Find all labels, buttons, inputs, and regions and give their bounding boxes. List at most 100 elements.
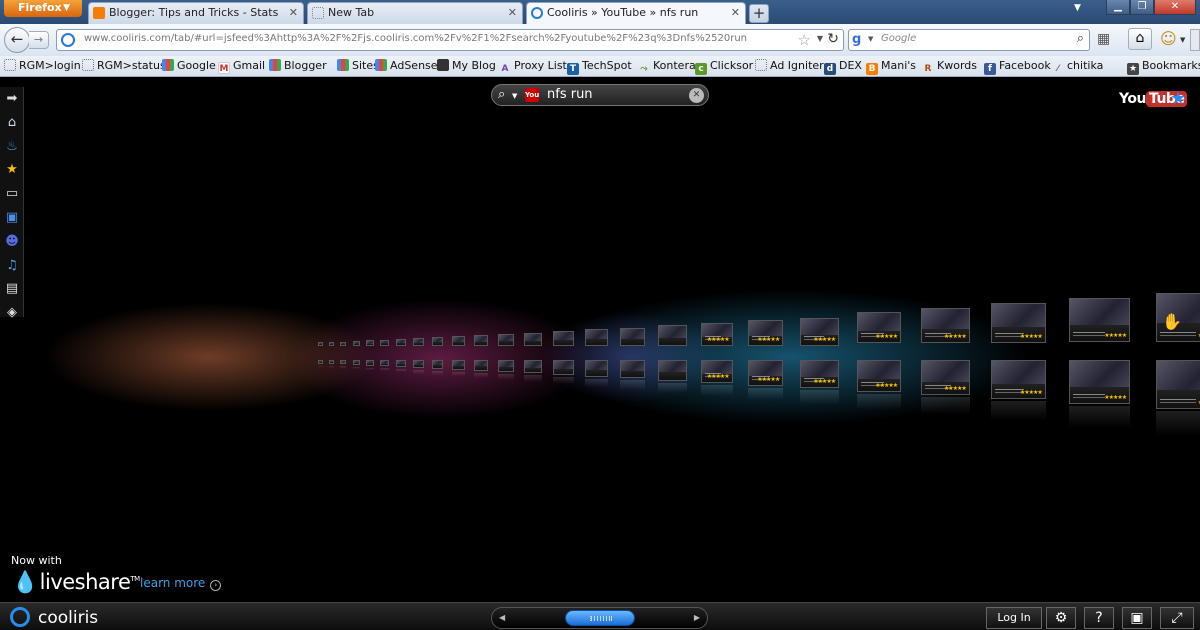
video-thumbnail[interactable] — [352, 360, 360, 365]
video-thumbnail[interactable]: ★★★★★ — [747, 360, 784, 386]
firefox-menu-button[interactable]: Firefox ▼ — [4, 0, 82, 17]
video-thumbnail[interactable] — [380, 339, 390, 346]
video-thumbnail[interactable] — [340, 360, 347, 365]
engine-dropdown-icon[interactable]: ▼ — [868, 35, 873, 43]
home-button[interactable]: ⌂ — [1128, 28, 1152, 50]
bookmark-gmail[interactable]: M Gmail — [218, 59, 265, 74]
bookmark-dex[interactable]: d DEX — [824, 59, 862, 75]
video-thumbnail[interactable] — [328, 360, 335, 364]
video-thumbnail[interactable]: ★★★★★ — [1068, 298, 1131, 343]
video-thumbnail[interactable] — [431, 337, 444, 346]
video-thumbnail[interactable] — [431, 360, 444, 369]
gamepad-icon[interactable]: ◈ — [4, 305, 20, 321]
restore-icon[interactable]: ❐ — [1130, 0, 1154, 15]
video-thumbnail[interactable]: ★★★★★ — [700, 323, 733, 346]
film-icon[interactable]: ▤ — [4, 281, 20, 297]
toolbar-overflow-button[interactable] — [1190, 29, 1200, 51]
video-thumbnail[interactable] — [619, 327, 646, 346]
wall-search-box[interactable]: ⌕ ▼ You nfs run ✕ — [491, 84, 709, 106]
reload-icon[interactable]: ↻ — [827, 31, 839, 47]
video-thumbnail[interactable]: ★★★★★ — [990, 303, 1046, 343]
video-thumbnail[interactable] — [318, 342, 323, 346]
scroll-right-icon[interactable]: ▶ — [694, 613, 700, 622]
monitor-icon[interactable]: ▭ — [4, 186, 20, 202]
close-icon[interactable]: ✕ — [508, 3, 517, 23]
bookmark-chitika[interactable]: ⁄ chitika — [1052, 59, 1103, 75]
bookmark-rgm-status[interactable]: RGM>status — [82, 59, 166, 73]
bookmark-ad-igniter[interactable]: Ad Igniter — [755, 59, 824, 73]
video-thumbnail[interactable] — [413, 360, 424, 368]
video-thumbnail[interactable] — [451, 336, 465, 346]
video-thumbnail[interactable] — [413, 338, 424, 346]
home-icon[interactable]: ⌂ — [4, 115, 20, 131]
search-icon[interactable]: ⌕ — [1077, 31, 1084, 46]
chevron-down-icon[interactable]: ▼ — [512, 92, 517, 100]
video-thumbnail[interactable] — [584, 329, 608, 346]
video-thumbnail[interactable] — [380, 360, 390, 367]
video-thumbnail[interactable] — [473, 360, 489, 371]
video-thumbnail[interactable]: ★★★★★ — [747, 320, 784, 346]
search-input[interactable]: Google — [881, 33, 916, 44]
video-thumbnail[interactable] — [396, 360, 406, 367]
back-button[interactable]: ← — [4, 27, 30, 53]
addon-face-icon[interactable]: ☺ — [1160, 29, 1177, 48]
video-thumbnail[interactable] — [552, 331, 574, 346]
video-thumbnail[interactable] — [352, 341, 360, 346]
clear-search-icon[interactable]: ✕ — [689, 88, 704, 103]
video-thumbnail[interactable] — [340, 341, 347, 346]
masks-icon[interactable]: ☻ — [4, 234, 20, 250]
video-thumbnail[interactable] — [658, 325, 687, 346]
bookmark-techspot[interactable]: T TechSpot — [567, 59, 632, 75]
tab-cooliris[interactable]: Cooliris » YouTube » nfs run ✕ — [526, 2, 746, 24]
cooliris-wall-view[interactable]: ★★★★★ ★★★★★ ★★★★★ ★★★★★ ★★★★★ ★★★★★ ★★★★★ ★★★★★… — [0, 77, 1200, 602]
url-bar[interactable]: www.cooliris.com/tab/#url=jsfeed%3Ahttp%… — [56, 29, 844, 51]
bookmark-rgm-login[interactable]: RGM>login — [4, 59, 81, 73]
video-thumbnail[interactable] — [451, 360, 465, 370]
tab-list-icon[interactable]: ▼ — [1074, 3, 1081, 13]
video-thumbnail[interactable] — [552, 360, 574, 375]
learn-more-link[interactable]: learn more › — [140, 576, 222, 591]
video-thumbnail[interactable] — [396, 339, 406, 346]
url-text[interactable]: www.cooliris.com/tab/#url=jsfeed%3Ahttp%… — [84, 33, 747, 44]
bookmark-facebook[interactable]: f Facebook — [984, 59, 1051, 75]
video-thumbnail[interactable] — [366, 340, 374, 346]
liveshare-logo[interactable]: 💧liveshareTM — [12, 570, 140, 595]
slider-knob[interactable] — [565, 610, 635, 626]
flame-icon[interactable]: ♨ — [4, 139, 20, 155]
bookmark-blogger[interactable]: Blogger — [269, 59, 327, 73]
video-thumbnail[interactable]: ★★★★★ — [799, 317, 840, 346]
close-icon[interactable]: ✕ — [731, 3, 740, 23]
tv-icon[interactable]: ▣ — [4, 210, 20, 226]
video-thumbnail[interactable] — [366, 360, 374, 366]
video-thumbnail[interactable]: ★★★★★ — [799, 360, 840, 389]
slideshow-icon[interactable]: ▣ — [1122, 607, 1152, 629]
scroll-left-icon[interactable]: ◀ — [499, 613, 505, 622]
bookmark-kontera[interactable]: ⤳ Kontera — [638, 59, 695, 75]
favorite-star-icon[interactable]: ★ — [1170, 88, 1186, 109]
video-thumbnail[interactable]: ★★★★★ — [857, 311, 902, 344]
bookmark-kwords[interactable]: R Kwords — [922, 59, 977, 75]
bookmark-proxy-list[interactable]: A Proxy List — [499, 59, 567, 75]
chevron-down-icon[interactable]: ▼ — [1180, 36, 1185, 44]
tab-new-tab[interactable]: New Tab ✕ — [307, 2, 523, 24]
video-thumbnail[interactable] — [497, 360, 515, 372]
close-window-icon[interactable]: ✕ — [1154, 0, 1196, 15]
tab-blogger[interactable]: Blogger: Tips and Tricks - Stats ✕ — [88, 2, 304, 24]
video-thumbnail[interactable]: ★★★★★ — [700, 360, 733, 383]
help-icon[interactable]: ? — [1084, 607, 1114, 629]
video-thumbnail[interactable]: ★★★★★ — [920, 307, 970, 344]
video-thumbnail[interactable]: ★★★★★ — [1155, 360, 1200, 410]
wall-scroll-slider[interactable]: ◀ ▶ — [491, 607, 708, 629]
video-thumbnail[interactable]: ★★★★★ — [1068, 360, 1131, 405]
video-thumbnail[interactable] — [658, 360, 687, 381]
site-identity-icon[interactable] — [61, 33, 75, 47]
youtube-source-icon[interactable]: You — [525, 88, 539, 102]
arrow-icon[interactable]: ➡ — [4, 91, 20, 107]
url-dropdown-icon[interactable]: ▼ — [817, 34, 823, 43]
video-thumbnail[interactable] — [318, 360, 323, 364]
bookmark-sites[interactable]: Sites — [337, 59, 379, 73]
music-icon[interactable]: ♫ — [4, 258, 20, 274]
bookmark-my-blog[interactable]: My Blog — [437, 59, 496, 73]
bookmark-mani-s[interactable]: B Mani's — [866, 59, 916, 75]
video-thumbnail[interactable]: ★★★★★ — [857, 360, 902, 392]
